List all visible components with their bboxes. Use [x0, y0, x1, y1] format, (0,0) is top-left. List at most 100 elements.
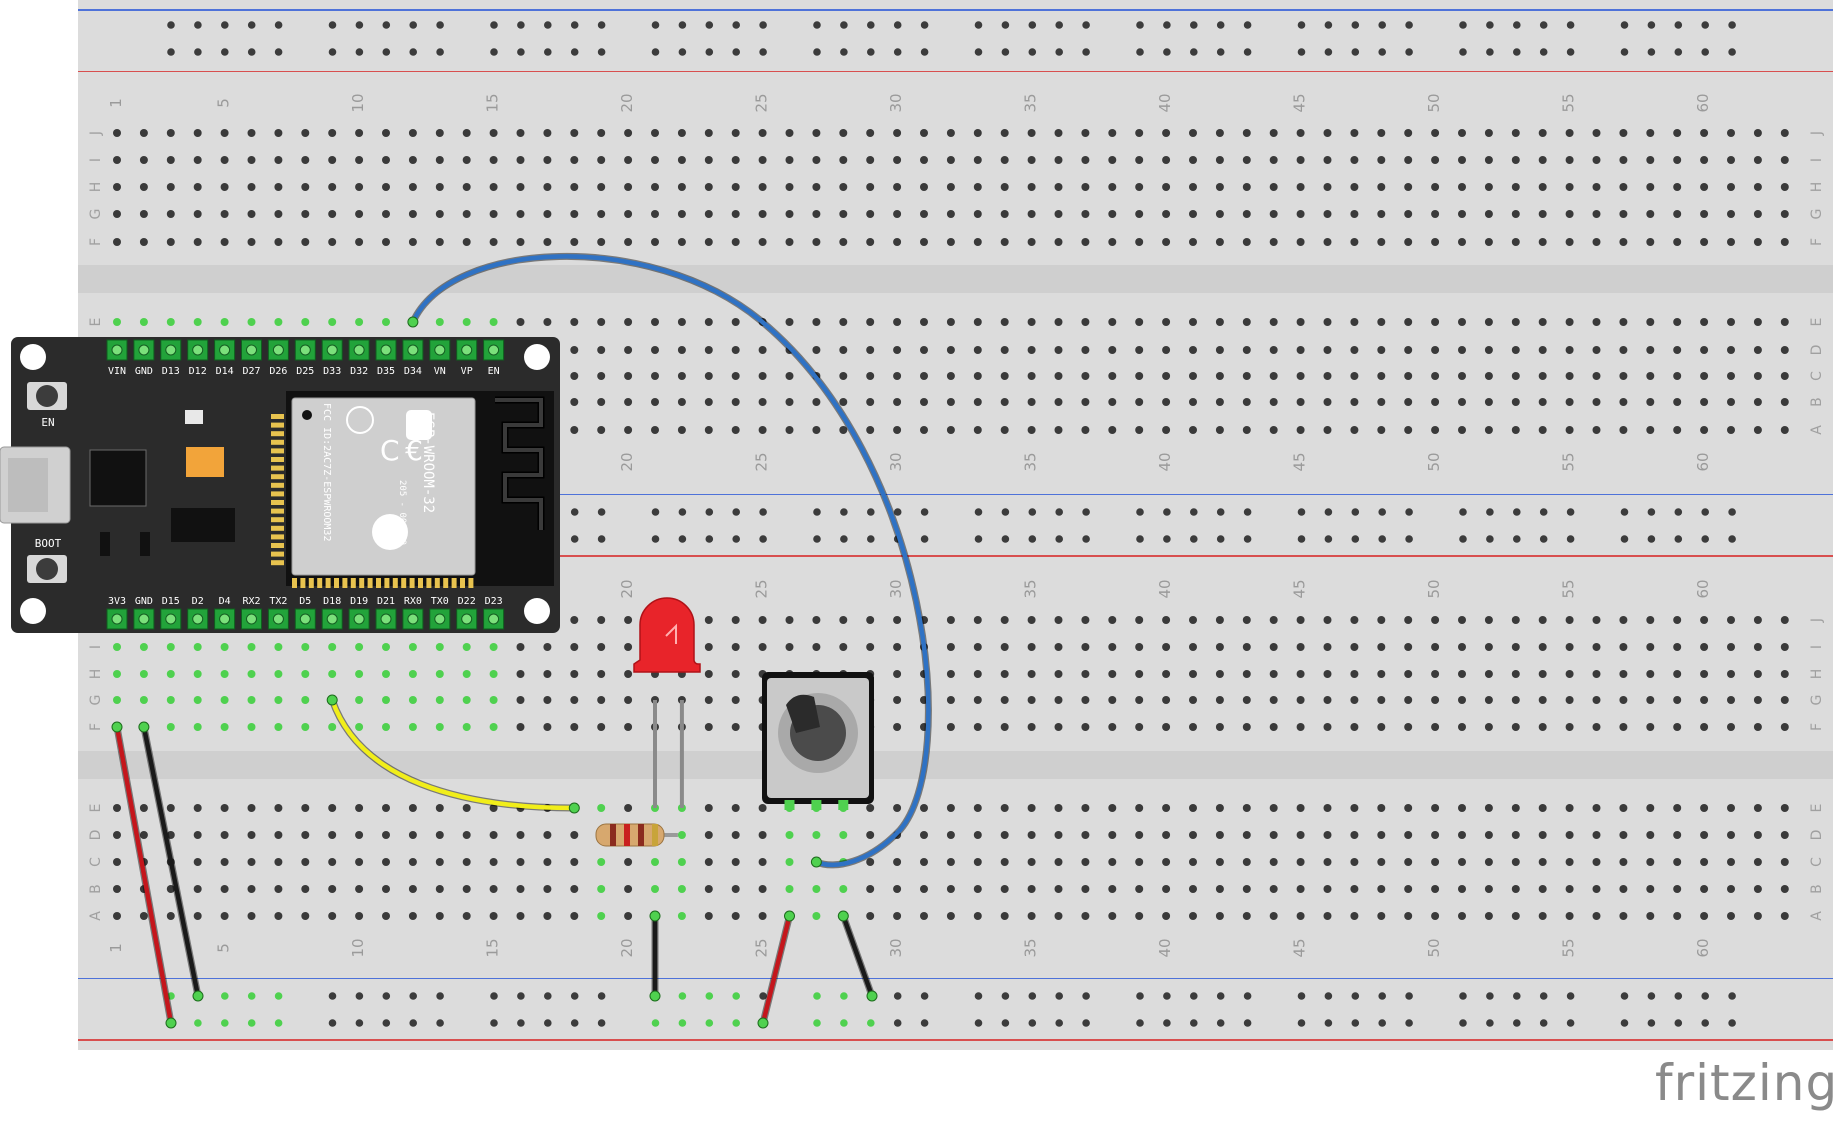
terminal-hole — [166, 804, 175, 812]
terminal-hole — [1646, 318, 1655, 326]
terminal-hole — [731, 183, 740, 191]
terminal-hole — [1108, 858, 1117, 866]
row-letter: C — [88, 857, 104, 867]
terminal-hole — [677, 318, 686, 326]
terminal-hole — [866, 616, 875, 624]
terminal-hole — [1458, 696, 1466, 704]
module-castellation — [271, 543, 284, 548]
terminal-hole — [1484, 426, 1493, 434]
terminal-hole — [1592, 831, 1601, 839]
terminal-hole — [328, 643, 337, 651]
terminal-hole — [973, 858, 982, 866]
terminal-hole — [220, 210, 229, 218]
terminal-hole — [355, 885, 364, 893]
terminal-hole — [516, 831, 525, 839]
terminal-hole — [920, 183, 928, 191]
rail-hole — [1513, 21, 1521, 29]
terminal-hole — [1646, 616, 1655, 624]
terminal-hole — [462, 831, 471, 839]
terminal-hole — [1753, 723, 1762, 731]
mounting-hole — [524, 344, 550, 370]
terminal-hole — [1027, 616, 1036, 624]
terminal-hole — [1135, 616, 1144, 624]
terminal-hole — [839, 210, 848, 218]
rail-hole — [705, 1019, 714, 1027]
rail-hole — [1190, 535, 1198, 543]
wire-end — [192, 990, 204, 1002]
terminal-hole — [516, 912, 525, 920]
en-button-label: EN — [41, 416, 54, 429]
module-castellation — [468, 578, 474, 588]
terminal-hole — [543, 696, 552, 704]
rail-hole — [813, 508, 821, 516]
terminal-hole — [1189, 616, 1197, 624]
rail-hole — [1459, 21, 1467, 29]
terminal-hole — [597, 616, 606, 624]
module-castellation — [271, 439, 284, 445]
rail-hole — [1001, 992, 1010, 1000]
terminal-hole — [731, 238, 740, 246]
terminal-hole — [973, 670, 982, 678]
header-pin — [380, 613, 392, 625]
terminal-hole — [785, 885, 794, 893]
resistor-band — [624, 824, 630, 846]
column-number: 5 — [215, 98, 233, 108]
rail-hole — [1136, 21, 1144, 29]
module-castellation — [451, 578, 457, 588]
terminal-hole — [1135, 804, 1144, 812]
terminal-hole — [220, 183, 229, 191]
rail-hole — [1674, 48, 1683, 56]
terminal-hole — [1458, 885, 1466, 893]
terminal-hole — [785, 831, 794, 839]
terminal-hole — [1484, 129, 1493, 137]
terminal-hole — [1404, 346, 1413, 354]
rail-hole — [1216, 992, 1225, 1000]
rail-hole — [1674, 1019, 1683, 1027]
terminal-hole — [435, 183, 444, 191]
module-castellation — [443, 578, 449, 588]
rail-hole — [1216, 48, 1225, 56]
terminal-hole — [973, 723, 982, 731]
terminal-hole — [624, 372, 633, 380]
terminal-hole — [435, 238, 444, 246]
header-pin — [407, 613, 419, 625]
module-castellation — [384, 578, 390, 588]
terminal-hole — [113, 912, 121, 920]
rail-hole — [221, 1019, 229, 1027]
terminal-hole — [382, 858, 390, 866]
terminal-hole — [1242, 318, 1251, 326]
terminal-hole — [1135, 210, 1144, 218]
terminal-hole — [812, 831, 821, 839]
column-number: 25 — [753, 938, 771, 957]
terminal-hole — [1108, 238, 1117, 246]
terminal-hole — [1727, 372, 1735, 380]
rail-hole — [1647, 535, 1656, 543]
terminal-hole — [1431, 723, 1440, 731]
terminal-hole — [1780, 643, 1789, 651]
terminal-hole — [1727, 643, 1735, 651]
module-castellation — [271, 551, 284, 557]
rail-hole — [974, 508, 983, 516]
rail-hole — [1190, 992, 1198, 1000]
terminal-hole — [1242, 238, 1251, 246]
terminal-hole — [758, 616, 767, 624]
terminal-hole — [1135, 372, 1144, 380]
terminal-hole — [973, 318, 982, 326]
column-number: 25 — [753, 93, 771, 112]
terminal-hole — [382, 238, 390, 246]
rail-hole — [920, 48, 929, 56]
terminal-hole — [166, 318, 175, 326]
rail-hole — [355, 48, 364, 56]
terminal-hole — [677, 183, 686, 191]
terminal-hole — [489, 643, 498, 651]
terminal-hole — [1592, 346, 1601, 354]
terminal-hole — [220, 696, 229, 704]
row-letter: E — [1809, 318, 1825, 327]
terminal-hole — [1215, 426, 1224, 434]
terminal-hole — [489, 183, 498, 191]
terminal-hole — [839, 318, 848, 326]
terminal-hole — [973, 696, 982, 704]
terminal-hole — [1054, 156, 1063, 164]
row-letter: C — [1809, 857, 1825, 867]
terminal-hole — [1269, 723, 1278, 731]
